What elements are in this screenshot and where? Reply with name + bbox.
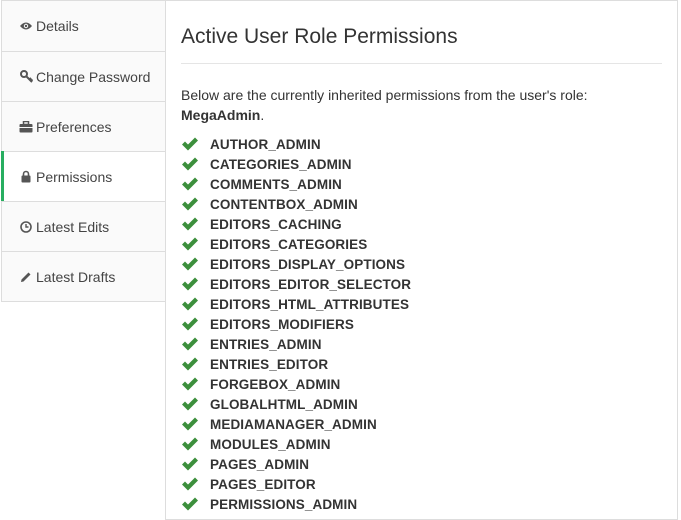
briefcase-icon	[18, 120, 34, 133]
permission-item: ENTRIES_EDITOR	[181, 354, 411, 374]
permission-item: MODULES_ADMIN	[181, 434, 411, 454]
permission-label: PAGES_ADMIN	[210, 456, 310, 472]
permission-item: EDITORS_DISPLAY_OPTIONS	[181, 254, 411, 274]
permission-label: EDITORS_CATEGORIES	[210, 236, 368, 252]
permission-item: EDITORS_EDITOR_SELECTOR	[181, 274, 411, 294]
permission-item: CONTENTBOX_ADMIN	[181, 194, 411, 214]
eye-icon	[18, 21, 34, 31]
tab-details[interactable]: Details	[1, 0, 166, 52]
permission-item: CATEGORIES_ADMIN	[181, 154, 411, 174]
check-icon	[182, 297, 198, 311]
check-icon	[182, 137, 198, 151]
role-suffix: .	[260, 107, 265, 123]
permission-item: PERMISSIONS_ADMIN	[181, 494, 411, 514]
tab-label: Preferences	[36, 118, 112, 135]
lock-icon	[18, 170, 34, 183]
permission-label: MEDIAMANAGER_ADMIN	[210, 416, 377, 432]
permission-item: EDITORS_CACHING	[181, 214, 411, 234]
tab-label: Change Password	[36, 68, 151, 85]
check-icon	[182, 197, 198, 211]
permission-label: EDITORS_CACHING	[210, 216, 342, 232]
check-icon	[182, 437, 198, 451]
panel-title: Active User Role Permissions	[181, 25, 458, 48]
tab-label: Permissions	[36, 168, 113, 185]
sidebar-tabs: Details Change Password Preferences Perm…	[1, 0, 167, 302]
check-icon	[182, 397, 198, 411]
role-name: MegaAdmin	[181, 107, 261, 123]
tab-label: Latest Edits	[36, 218, 110, 235]
permission-item: PAGES_EDITOR	[181, 474, 411, 494]
permission-label: PAGES_EDITOR	[210, 476, 316, 492]
check-icon	[182, 477, 198, 491]
clock-icon	[18, 220, 34, 233]
permission-label: EDITORS_EDITOR_SELECTOR	[210, 276, 412, 292]
tab-latest-drafts[interactable]: Latest Drafts	[1, 252, 166, 302]
tab-preferences[interactable]: Preferences	[1, 102, 166, 152]
check-icon	[182, 217, 198, 231]
pencil-icon	[18, 271, 34, 283]
check-icon	[182, 157, 198, 171]
permission-item: COMMENTS_ADMIN	[181, 174, 411, 194]
permission-label: COMMENTS_ADMIN	[210, 176, 342, 192]
check-icon	[182, 457, 198, 471]
check-icon	[182, 337, 198, 351]
check-icon	[182, 237, 198, 251]
check-icon	[182, 417, 198, 431]
tab-label: Details	[36, 18, 79, 34]
permission-item: AUTHOR_ADMIN	[181, 134, 411, 154]
tab-latest-edits[interactable]: Latest Edits	[1, 202, 166, 252]
permission-label: PERMISSIONS_ADMIN	[210, 496, 358, 512]
permission-list: AUTHOR_ADMIN CATEGORIES_ADMIN COMMENTS_ADM…	[181, 134, 411, 514]
check-icon	[182, 257, 198, 271]
permission-label: EDITORS_MODIFIERS	[210, 316, 354, 332]
check-icon	[182, 277, 198, 291]
check-icon	[182, 317, 198, 331]
permission-label: CONTENTBOX_ADMIN	[210, 196, 358, 212]
key-icon	[18, 70, 34, 83]
permission-label: EDITORS_HTML_ATTRIBUTES	[210, 296, 410, 312]
permission-label: ENTRIES_EDITOR	[210, 356, 329, 372]
permission-label: EDITORS_DISPLAY_OPTIONS	[210, 256, 406, 272]
tab-permissions[interactable]: Permissions	[1, 151, 167, 202]
permission-item: EDITORS_HTML_ATTRIBUTES	[181, 294, 411, 314]
check-icon	[182, 177, 198, 191]
permission-item: MEDIAMANAGER_ADMIN	[181, 414, 411, 434]
permission-label: GLOBALHTML_ADMIN	[210, 396, 358, 412]
check-icon	[182, 357, 198, 371]
permission-item: GLOBALHTML_ADMIN	[181, 394, 411, 414]
permission-label: AUTHOR_ADMIN	[210, 136, 321, 152]
permission-label: ENTRIES_ADMIN	[210, 336, 322, 352]
tab-change-password[interactable]: Change Password	[1, 52, 166, 102]
intro-text: Below are the currently inherited permis…	[181, 85, 651, 125]
check-icon	[182, 377, 198, 391]
permissions-panel: Active User Role Permissions Below are t…	[165, 0, 678, 520]
permission-item: ENTRIES_ADMIN	[181, 334, 411, 354]
permission-item: FORGEBOX_ADMIN	[181, 374, 411, 394]
intro-sentence: Below are the currently inherited permis…	[181, 87, 588, 103]
permission-item: PAGES_ADMIN	[181, 454, 411, 474]
check-icon	[182, 497, 198, 511]
title-divider	[181, 63, 662, 64]
permission-label: MODULES_ADMIN	[210, 436, 331, 452]
tab-label: Latest Drafts	[36, 268, 116, 285]
permission-label: CATEGORIES_ADMIN	[210, 156, 352, 172]
permission-item: EDITORS_MODIFIERS	[181, 314, 411, 334]
permission-item: EDITORS_CATEGORIES	[181, 234, 411, 254]
permission-label: FORGEBOX_ADMIN	[210, 376, 341, 392]
